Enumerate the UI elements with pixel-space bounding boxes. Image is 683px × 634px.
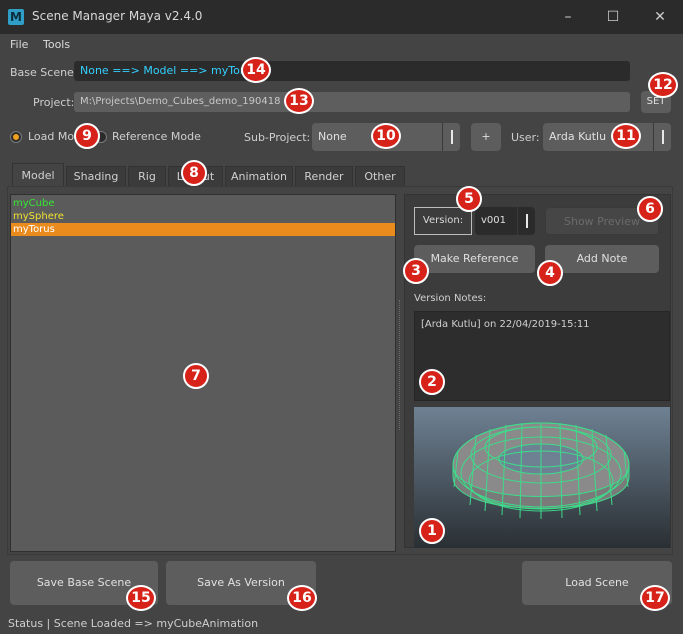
annotation-badge-11: 11 bbox=[611, 123, 641, 149]
close-button[interactable]: ✕ bbox=[637, 0, 683, 34]
version-notes-label: Version Notes: bbox=[414, 293, 487, 304]
menu-tools[interactable]: Tools bbox=[43, 38, 70, 51]
version-notes-box[interactable]: [Arda Kutlu] on 22/04/2019-15:11 bbox=[414, 311, 670, 401]
user-value: Arda Kutlu bbox=[549, 130, 607, 143]
list-item-selected[interactable]: myTorus bbox=[11, 223, 395, 236]
annotation-badge-14: 14 bbox=[241, 57, 271, 83]
tab-model[interactable]: Model bbox=[12, 163, 64, 186]
sub-project-label: Sub-Project: bbox=[244, 131, 311, 144]
annotation-badge-7: 7 bbox=[183, 363, 209, 389]
tab-render[interactable]: Render bbox=[295, 166, 353, 186]
annotation-badge-5: 5 bbox=[456, 186, 482, 212]
annotation-badge-16: 16 bbox=[287, 585, 317, 611]
annotation-badge-15: 15 bbox=[126, 585, 156, 611]
torus-wireframe-image bbox=[452, 422, 630, 519]
preview-thumbnail bbox=[414, 407, 670, 548]
add-sub-project-button[interactable]: + bbox=[471, 123, 501, 151]
reference-mode-label[interactable]: Reference Mode bbox=[112, 130, 201, 143]
annotation-badge-1: 1 bbox=[419, 518, 445, 544]
window-title: Scene Manager Maya v2.4.0 bbox=[32, 9, 203, 23]
dropdown-arrow-icon bbox=[653, 123, 671, 151]
panel-splitter-handle[interactable] bbox=[399, 300, 401, 430]
annotation-badge-12: 12 bbox=[648, 72, 678, 98]
tab-rig[interactable]: Rig bbox=[128, 166, 166, 186]
list-item[interactable]: myCube bbox=[11, 197, 395, 210]
annotation-badge-8: 8 bbox=[181, 160, 207, 186]
annotation-badge-10: 10 bbox=[371, 123, 401, 149]
tab-animation[interactable]: Animation bbox=[225, 166, 293, 186]
project-label: Project: bbox=[33, 96, 75, 109]
annotation-badge-17: 17 bbox=[640, 585, 670, 611]
base-scene-value: None ==> Model ==> myTorus bbox=[74, 61, 630, 81]
annotation-badge-6: 6 bbox=[637, 196, 663, 222]
title-bar: M Scene Manager Maya v2.4.0 – ☐ ✕ bbox=[0, 0, 683, 34]
base-scene-label: Base Scene: bbox=[10, 66, 78, 79]
version-value: v001 bbox=[481, 215, 507, 226]
maximize-button[interactable]: ☐ bbox=[590, 0, 636, 34]
minimize-button[interactable]: – bbox=[545, 0, 591, 34]
maya-app-icon: M bbox=[8, 9, 24, 25]
load-mode-radio[interactable] bbox=[10, 131, 22, 143]
dropdown-arrow-icon bbox=[442, 123, 460, 151]
status-bar: Status | Scene Loaded => myCubeAnimation bbox=[8, 617, 259, 630]
sub-project-value: None bbox=[318, 130, 347, 143]
list-item[interactable]: mySphere bbox=[11, 210, 395, 223]
dropdown-arrow-icon bbox=[517, 207, 535, 235]
user-label: User: bbox=[511, 131, 540, 144]
make-reference-button[interactable]: Make Reference bbox=[414, 245, 535, 273]
project-path-field[interactable]: M:\Projects\Demo_Cubes_demo_190418 bbox=[74, 92, 630, 112]
annotation-badge-3: 3 bbox=[403, 258, 429, 284]
annotation-badge-9: 9 bbox=[74, 123, 100, 149]
user-dropdown[interactable]: Arda Kutlu bbox=[543, 123, 671, 151]
version-label: Version: bbox=[414, 207, 472, 235]
version-dropdown[interactable]: v001 bbox=[475, 207, 535, 235]
menu-file[interactable]: File bbox=[10, 38, 28, 51]
annotation-badge-13: 13 bbox=[284, 88, 314, 114]
annotation-badge-4: 4 bbox=[537, 260, 563, 286]
annotation-badge-2: 2 bbox=[419, 369, 445, 395]
tab-shading[interactable]: Shading bbox=[66, 166, 126, 186]
tab-other[interactable]: Other bbox=[355, 166, 405, 186]
menu-bar: File Tools bbox=[0, 34, 683, 56]
